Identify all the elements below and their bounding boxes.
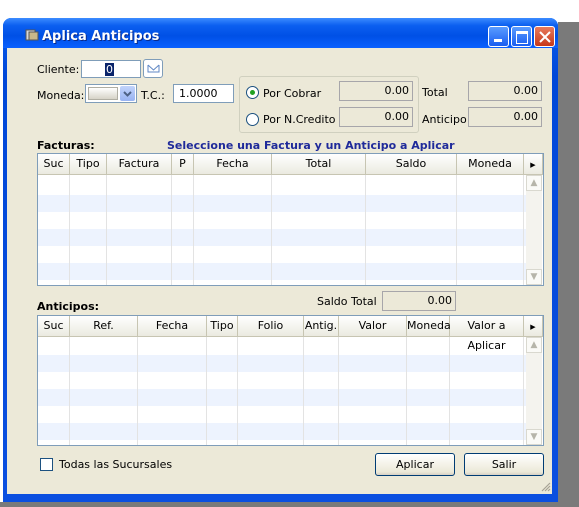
grid-line bbox=[237, 337, 238, 445]
scroll-down-button[interactable]: ▼ bbox=[526, 269, 542, 285]
facturas-row-band bbox=[38, 263, 526, 280]
anticipos-col-antig[interactable]: Antig. bbox=[304, 316, 339, 337]
facturas-col-moneda[interactable]: Moneda bbox=[457, 154, 524, 175]
cliente-lookup-button[interactable] bbox=[143, 59, 163, 78]
grid-line bbox=[106, 175, 107, 285]
triangle-right-icon: ▶ bbox=[530, 323, 536, 331]
por-ncredito-value: 0.00 bbox=[339, 107, 413, 127]
chevron-down-icon: ▼ bbox=[530, 432, 538, 442]
anticipos-col-suc[interactable]: Suc bbox=[38, 316, 70, 337]
facturas-col-p[interactable]: P bbox=[172, 154, 194, 175]
chevron-up-icon: ▲ bbox=[530, 178, 538, 188]
grid-line bbox=[449, 337, 450, 445]
anticipos-col-more[interactable]: ▶ bbox=[524, 316, 543, 337]
anticipos-col-valor-aplicar[interactable]: Valor a Aplicar bbox=[450, 316, 524, 352]
app-icon bbox=[25, 29, 39, 41]
aplicar-button[interactable]: Aplicar bbox=[375, 453, 455, 476]
grid-line bbox=[69, 175, 70, 285]
anticipos-col-tipo[interactable]: Tipo bbox=[207, 316, 238, 337]
anticipos-row-band bbox=[38, 423, 526, 440]
anticipos-col-folio[interactable]: Folio bbox=[238, 316, 304, 337]
cliente-input[interactable]: 0 bbox=[81, 60, 141, 78]
grid-line bbox=[69, 337, 70, 445]
maximize-icon bbox=[516, 31, 528, 44]
por-cobrar-radio[interactable] bbox=[246, 86, 259, 99]
saldo-total-value: 0.00 bbox=[382, 291, 456, 311]
resize-grip-icon[interactable] bbox=[540, 481, 551, 492]
anticipos-grid[interactable]: Suc Ref. Fecha Tipo Folio Antig. Valor M… bbox=[37, 315, 544, 446]
grid-line bbox=[303, 337, 304, 445]
grid-line bbox=[406, 337, 407, 445]
close-icon bbox=[539, 31, 551, 43]
facturas-scrollbar[interactable]: ▲ ▼ bbox=[526, 175, 542, 285]
tc-input[interactable]: 1.0000 bbox=[173, 84, 234, 103]
anticipo-value: 0.00 bbox=[468, 107, 542, 127]
grid-line bbox=[365, 175, 366, 285]
grid-line bbox=[271, 175, 272, 285]
anticipo-label: Anticipo bbox=[422, 113, 467, 126]
client-area: Cliente: 0 Moneda: T.C.: 1.0000 Por Cobr… bbox=[7, 48, 552, 494]
window-title: Aplica Anticipos bbox=[42, 29, 160, 44]
chevron-up-icon: ▲ bbox=[530, 340, 538, 350]
facturas-row-band bbox=[38, 229, 526, 246]
anticipos-row-band bbox=[38, 355, 526, 372]
envelope-icon bbox=[147, 64, 160, 73]
anticipos-scrollbar[interactable]: ▲ ▼ bbox=[526, 337, 542, 445]
grid-line bbox=[206, 337, 207, 445]
todas-sucursales-checkbox[interactable] bbox=[40, 458, 53, 471]
cliente-value: 0 bbox=[105, 63, 114, 76]
grid-line bbox=[456, 175, 457, 285]
moneda-select[interactable] bbox=[85, 84, 137, 103]
facturas-col-factura[interactable]: Factura bbox=[107, 154, 172, 175]
chevron-down-icon bbox=[123, 91, 132, 97]
facturas-hint: Seleccione una Factura y un Anticipo a A… bbox=[167, 139, 455, 152]
facturas-col-saldo[interactable]: Saldo bbox=[366, 154, 457, 175]
grid-line bbox=[523, 175, 524, 285]
facturas-col-total[interactable]: Total bbox=[272, 154, 366, 175]
anticipos-col-valor[interactable]: Valor bbox=[339, 316, 407, 337]
minimize-button[interactable] bbox=[488, 26, 509, 47]
facturas-col-tipo[interactable]: Tipo bbox=[70, 154, 107, 175]
cliente-label: Cliente: bbox=[37, 63, 80, 76]
anticipos-col-ref[interactable]: Ref. bbox=[70, 316, 138, 337]
scroll-up-button[interactable]: ▲ bbox=[526, 337, 542, 353]
todas-sucursales-label: Todas las Sucursales bbox=[59, 458, 173, 471]
grid-line bbox=[193, 175, 194, 285]
anticipos-col-fecha[interactable]: Fecha bbox=[138, 316, 207, 337]
scroll-down-button[interactable]: ▼ bbox=[526, 429, 542, 445]
window-shadow-right bbox=[558, 22, 579, 507]
chevron-down-icon: ▼ bbox=[530, 272, 538, 282]
facturas-col-suc[interactable]: Suc bbox=[38, 154, 70, 175]
por-cobrar-value: 0.00 bbox=[339, 81, 413, 101]
close-button[interactable] bbox=[534, 26, 555, 47]
maximize-button[interactable] bbox=[511, 26, 532, 47]
total-label: Total bbox=[422, 86, 448, 99]
moneda-dropdown-button[interactable] bbox=[120, 86, 135, 101]
moneda-label: Moneda: bbox=[37, 89, 85, 102]
scroll-up-button[interactable]: ▲ bbox=[526, 175, 542, 191]
facturas-grid[interactable]: Suc Tipo Factura P Fecha Total Saldo Mon… bbox=[37, 153, 544, 286]
grid-line bbox=[338, 337, 339, 445]
tc-label: T.C.: bbox=[141, 89, 165, 102]
minimize-icon bbox=[494, 39, 502, 42]
grid-line bbox=[523, 337, 524, 445]
anticipos-label: Anticipos: bbox=[37, 300, 100, 313]
anticipos-row-band bbox=[38, 389, 526, 406]
triangle-right-icon: ▶ bbox=[530, 161, 536, 169]
por-ncredito-label: Por N.Credito bbox=[263, 113, 336, 126]
saldo-total-label: Saldo Total bbox=[317, 295, 377, 308]
grid-line bbox=[171, 175, 172, 285]
por-cobrar-label: Por Cobrar bbox=[263, 87, 322, 100]
por-ncredito-radio[interactable] bbox=[246, 113, 259, 126]
total-value: 0.00 bbox=[468, 81, 542, 101]
facturas-col-more[interactable]: ▶ bbox=[524, 154, 543, 175]
facturas-row-band bbox=[38, 195, 526, 212]
salir-button[interactable]: Salir bbox=[464, 453, 544, 476]
window-shadow-bottom bbox=[0, 502, 579, 507]
facturas-col-fecha[interactable]: Fecha bbox=[194, 154, 272, 175]
grid-line bbox=[137, 337, 138, 445]
moneda-value bbox=[88, 87, 118, 100]
anticipos-col-moneda[interactable]: Moneda bbox=[407, 316, 451, 337]
facturas-label: Facturas: bbox=[37, 139, 95, 152]
